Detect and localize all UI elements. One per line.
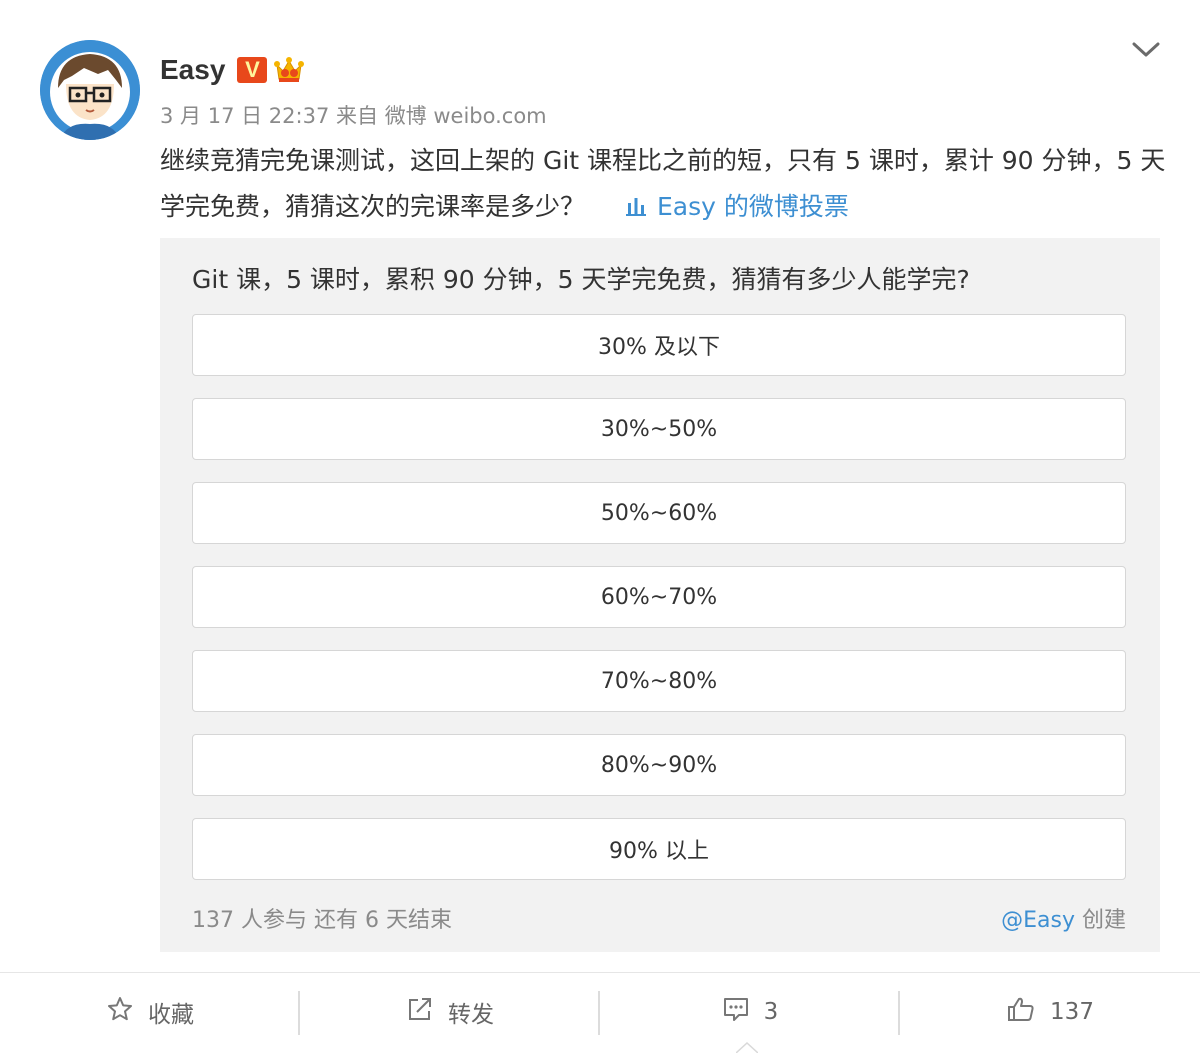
poll-question: Git 课，5 课时，累积 90 分钟，5 天学完免费，猜猜有多少人能学完? [192, 265, 970, 294]
comment-count: 3 [763, 998, 779, 1025]
vote-link-label: Easy 的微博投票 [657, 192, 849, 221]
share-icon [406, 995, 448, 1029]
avatar[interactable] [40, 40, 140, 140]
author-name[interactable]: Easy [160, 54, 225, 86]
poll-option[interactable]: 90% 以上 [192, 818, 1126, 880]
poll-option[interactable]: 80%~90% [192, 734, 1126, 796]
poll-option[interactable]: 30% 及以下 [192, 314, 1126, 376]
like-count: 137 [1050, 998, 1094, 1025]
poll-option[interactable]: 30%~50% [192, 398, 1126, 460]
vote-link[interactable]: Easy 的微博投票 [625, 192, 849, 221]
action-bar: 收藏 转发 3 137 [0, 973, 1200, 1050]
like-button[interactable]: 137 [900, 973, 1200, 1050]
post-source[interactable]: 微博 weibo.com [385, 104, 547, 128]
poll-option[interactable]: 70%~80% [192, 650, 1126, 712]
repost-label: 转发 [448, 1001, 494, 1028]
poll-stats: 137 人参与 还有 6 天结束 [192, 902, 452, 934]
active-tab-caret [735, 1038, 759, 1054]
poll-remaining: 还有 6 天结束 [314, 908, 452, 933]
thumbs-up-icon [1006, 995, 1050, 1029]
poll-option[interactable]: 60%~70% [192, 566, 1126, 628]
repost-button[interactable]: 转发 [300, 973, 600, 1050]
crown-icon [273, 55, 305, 85]
post-meta: 3 月 17 日 22:37 来自 微博 weibo.com [160, 100, 547, 130]
verified-v-icon: V [237, 57, 268, 83]
favorite-label: 收藏 [148, 1001, 194, 1028]
source-prefix: 来自 [336, 104, 378, 128]
chevron-down-icon[interactable] [1130, 38, 1162, 62]
poll-option[interactable]: 50%~60% [192, 482, 1126, 544]
post-date[interactable]: 3 月 17 日 22:37 [160, 104, 329, 128]
star-icon [106, 995, 148, 1029]
poll-creator: @Easy 创建 [1001, 902, 1126, 934]
author-row: Easy V [160, 48, 305, 92]
favorite-button[interactable]: 收藏 [0, 973, 300, 1050]
comment-icon [722, 995, 764, 1029]
post-text: 继续竞猜完免课测试，这回上架的 Git 课程比之前的短，只有 5 课时，累计 9… [160, 138, 1170, 232]
poll-participants: 137 人参与 [192, 908, 307, 933]
poll-card: Git 课，5 课时，累积 90 分钟，5 天学完免费，猜猜有多少人能学完? 3… [160, 238, 1160, 952]
poll-creator-link[interactable]: @Easy [1001, 908, 1075, 933]
poll-creator-suffix: 创建 [1081, 908, 1126, 933]
chart-icon [625, 186, 647, 232]
